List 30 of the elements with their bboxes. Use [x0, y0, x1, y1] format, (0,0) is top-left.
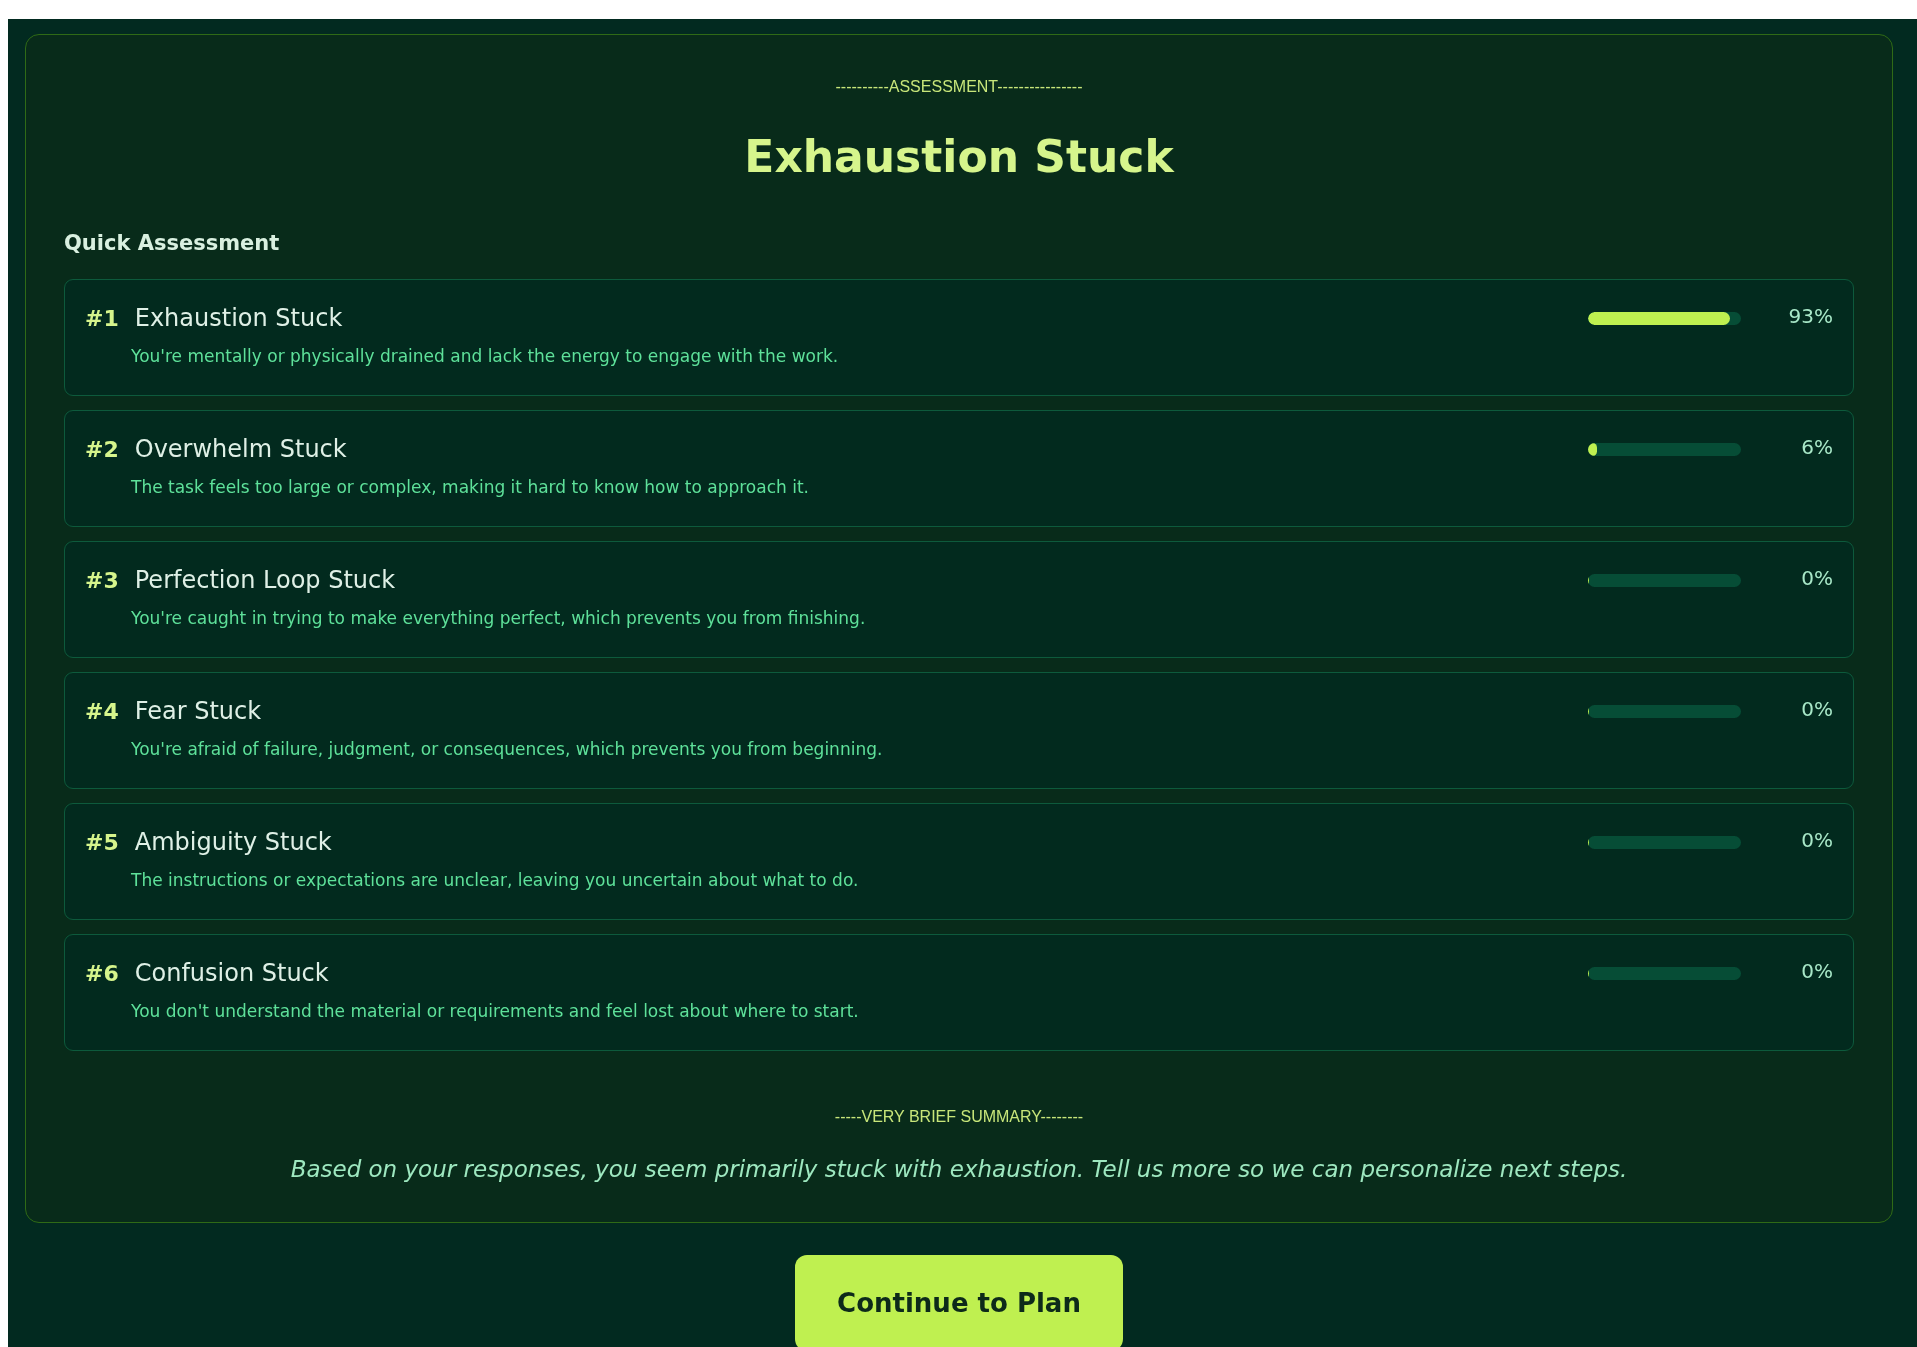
- result-description: You don't understand the material or requirements and feel lost about where to start.: [131, 1001, 859, 1021]
- result-description: You're caught in trying to make everything perfect, which prevents you from finishing.: [131, 608, 866, 628]
- rank-number: #3: [85, 568, 119, 593]
- result-title: Exhaustion Stuck: [744, 131, 1174, 182]
- continue-button[interactable]: Continue to Plan: [795, 1255, 1123, 1347]
- result-description: The instructions or expectations are unclear, leaving you uncertain about what to do.: [131, 870, 859, 890]
- rank-number: #1: [85, 306, 119, 331]
- result-name: Ambiguity Stuck: [134, 828, 332, 856]
- percent-value: 93%: [1787, 304, 1833, 328]
- percent-value: 0%: [1800, 959, 1833, 983]
- percent-value: 6%: [1800, 435, 1833, 459]
- result-name: Exhaustion Stuck: [134, 304, 343, 332]
- result-description: The task feels too large or complex, making it hard to know how to approach it.: [131, 477, 809, 497]
- section-heading: Quick Assessment: [64, 231, 280, 255]
- rank-number: #2: [85, 437, 119, 462]
- rank-number: #6: [85, 961, 119, 986]
- result-name: Overwhelm Stuck: [134, 435, 347, 463]
- result-name: Perfection Loop Stuck: [134, 566, 396, 594]
- result-name: Confusion Stuck: [134, 959, 329, 987]
- percent-value: 0%: [1800, 566, 1833, 590]
- percent-value: 0%: [1800, 697, 1833, 721]
- result-description: You're mentally or physically drained and lack the energy to engage with the work.: [131, 346, 839, 366]
- result-name: Fear Stuck: [134, 697, 262, 725]
- percent-value: 0%: [1800, 828, 1833, 852]
- rank-number: #4: [85, 699, 119, 724]
- section-label: ----------ASSESSMENT----------------: [835, 78, 1083, 95]
- result-description: You're afraid of failure, judgment, or consequences, which prevents you from beginning.: [131, 739, 883, 759]
- section-label: -----VERY BRIEF SUMMARY--------: [834, 1108, 1084, 1125]
- rank-number: #5: [85, 830, 119, 855]
- summary-text: Based on your responses, you seem primarily stuck with exhaustion. Tell us more so we can personalize next steps.: [290, 1156, 1628, 1182]
